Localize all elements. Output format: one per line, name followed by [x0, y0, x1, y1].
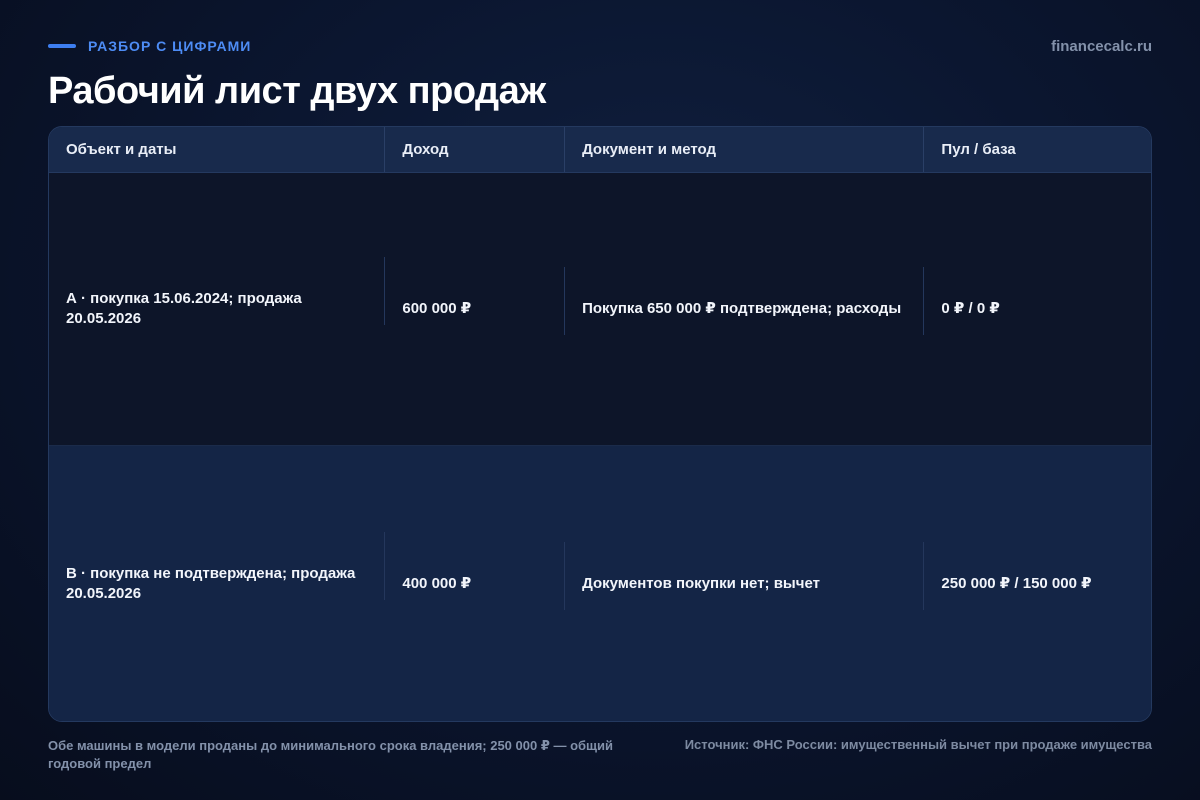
- table-row: B · покупка не подтверждена; продажа 20.…: [49, 446, 1151, 721]
- cell-income: 400 000 ₽: [385, 541, 565, 610]
- column-header-pool: Пул / база: [941, 141, 1016, 158]
- cell-pool: 0 ₽ / 0 ₽: [941, 300, 1000, 317]
- footnote: Обе машины в модели проданы до минимальн…: [48, 738, 614, 771]
- cell-object: А · покупка 15.06.2024; продажа 20.05.20…: [49, 257, 386, 329]
- page-title: Рабочий лист двух продаж: [48, 70, 546, 112]
- cell-document: Документов покупки нет; вычет: [565, 541, 925, 610]
- column-header-income: Доход: [385, 127, 566, 172]
- source-note: Источник: ФНС России: имущественный выче…: [684, 737, 1152, 752]
- eyebrow-label: РАЗБОР С ЦИФРАМИ: [88, 38, 252, 54]
- column-header-object: Объект и даты: [49, 127, 386, 172]
- cell-document: Покупка 650 000 ₽ подтверждена; расходы: [565, 267, 925, 335]
- eyebrow-accent-line: [48, 44, 76, 48]
- cell-income: 600 000 ₽: [385, 267, 565, 335]
- column-header-document: Документ и метод: [565, 127, 925, 172]
- table-header-row: Объект и даты Доход Документ и метод Пул…: [49, 127, 1151, 173]
- cell-object: B · покупка не подтверждена; продажа 20.…: [49, 531, 386, 604]
- eyebrow: РАЗБОР С ЦИФРАМИ: [48, 38, 251, 54]
- table-row: А · покупка 15.06.2024; продажа 20.05.20…: [49, 173, 1151, 446]
- cell-pool: 250 000 ₽ / 150 000 ₽: [941, 574, 1092, 592]
- site-name: financecalc.ru: [1051, 38, 1152, 55]
- sales-worksheet-table: Объект и даты Доход Документ и метод Пул…: [48, 126, 1152, 722]
